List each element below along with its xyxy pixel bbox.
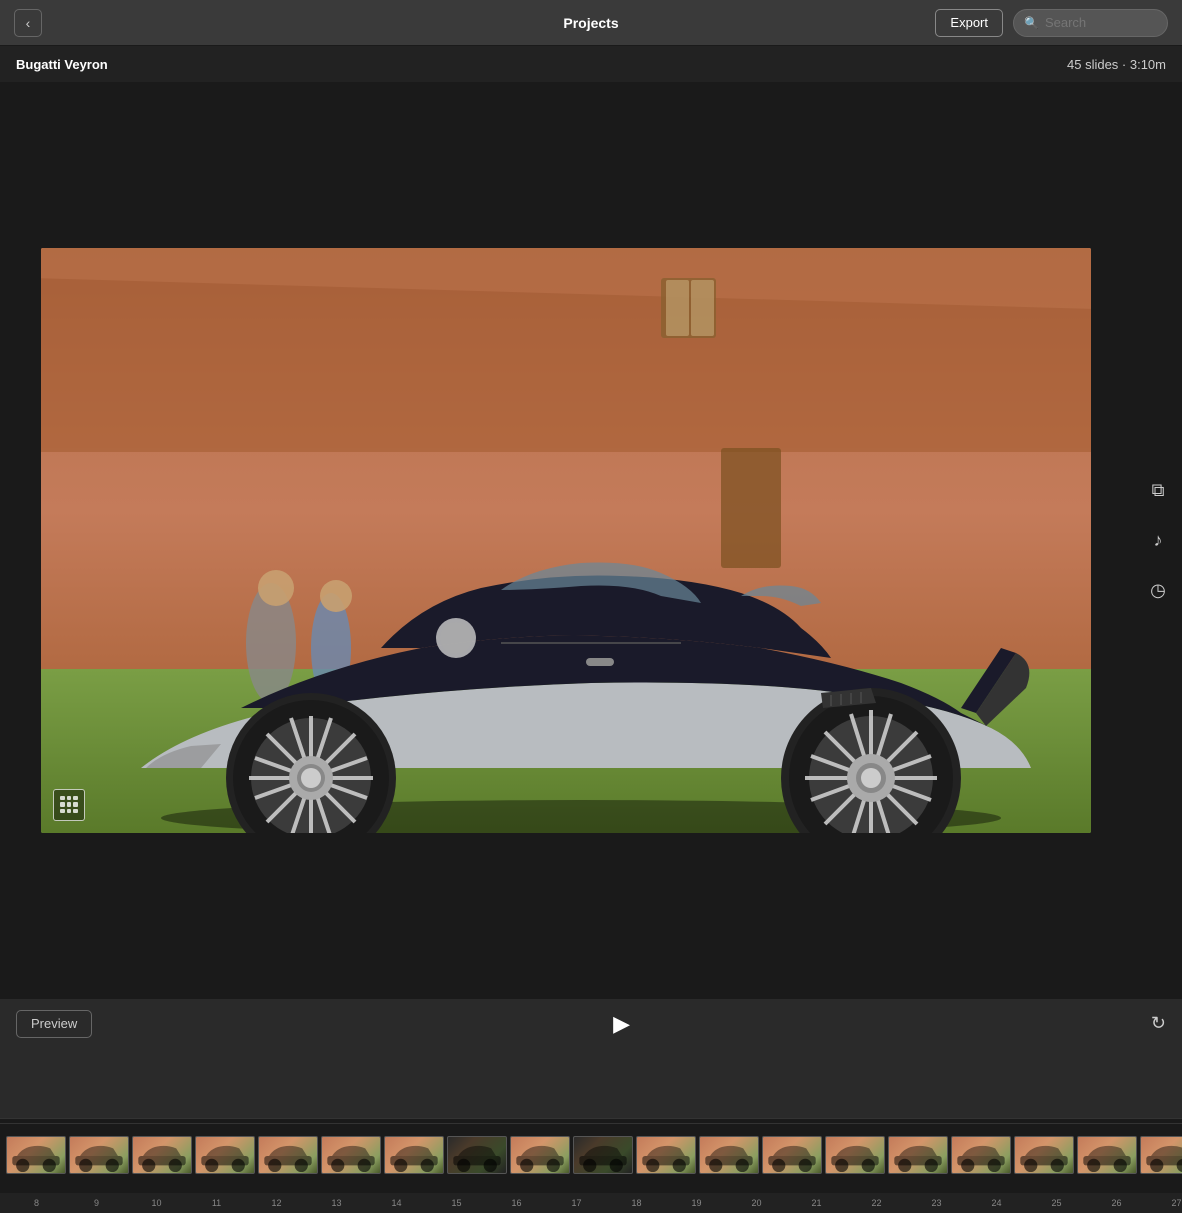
music-icon[interactable]: ♪ [1142,524,1174,556]
thumbnail-item[interactable] [510,1136,570,1181]
thumb-number: 15 [428,1198,485,1208]
thumbnail-item[interactable] [321,1136,381,1181]
thumb-number: 13 [308,1198,365,1208]
thumb-number: 19 [668,1198,725,1208]
car-scene [41,248,1091,833]
thumb-number: 11 [188,1198,245,1208]
thumb-number: 10 [128,1198,185,1208]
thumb-number: 22 [848,1198,905,1208]
thumb-number: 25 [1028,1198,1085,1208]
search-input[interactable] [1045,15,1157,30]
app-title: Projects [563,15,618,31]
thumbnail-item[interactable] [762,1136,822,1181]
thumb-number: 26 [1088,1198,1145,1208]
project-title: Bugatti Veyron [16,57,108,72]
info-bar: Bugatti Veyron 45 slides · 3:10m [0,46,1182,82]
thumb-number: 24 [968,1198,1025,1208]
thumb-number: 23 [908,1198,965,1208]
thumbnail-item[interactable] [384,1136,444,1181]
top-bar-left: ‹ [14,9,42,37]
main-image [41,248,1091,833]
play-button[interactable]: ▶ [613,1011,630,1037]
thumbnail-item[interactable] [6,1136,66,1181]
thumb-number: 16 [488,1198,545,1208]
search-icon: 🔍 [1024,16,1039,30]
thumb-number: 14 [368,1198,425,1208]
preview-area: ⧉ ♪ ◷ [0,82,1182,998]
thumbnail-item[interactable] [636,1136,696,1181]
thumbnail-item[interactable] [699,1136,759,1181]
thumbnail-item[interactable] [951,1136,1011,1181]
thumbnail-item[interactable] [1014,1136,1074,1181]
thumbnail-item[interactable] [195,1136,255,1181]
preview-button[interactable]: Preview [16,1010,92,1038]
thumbnails-bar: + [0,1123,1182,1193]
thumbnail-item[interactable] [1077,1136,1137,1181]
main-area: ⧉ ♪ ◷ [0,82,1182,998]
thumbnail-item[interactable] [888,1136,948,1181]
slide-count: 45 slides · 3:10m [1067,57,1166,72]
search-box[interactable]: 🔍 [1013,9,1168,37]
thumb-number: 20 [728,1198,785,1208]
thumbnail-item[interactable] [69,1136,129,1181]
thumbnail-item[interactable] [132,1136,192,1181]
thumbnail-item[interactable] [447,1136,507,1181]
playback-bar: Preview ▶ ↻ [0,998,1182,1048]
thumb-number: 27 [1148,1198,1182,1208]
timer-icon[interactable]: ◷ [1142,574,1174,606]
thumbnails-section: + 89101112131415161718192021222324252627… [0,1118,1182,1213]
thumb-number: 9 [68,1198,125,1208]
thumb-number: 8 [8,1198,65,1208]
spacer [0,1048,1182,1118]
layers-icon[interactable]: ⧉ [1142,474,1174,506]
thumb-number: 17 [548,1198,605,1208]
thumbnail-item[interactable] [1140,1136,1182,1181]
thumbnail-item[interactable] [825,1136,885,1181]
top-bar: ‹ Projects Export 🔍 [0,0,1182,46]
thumb-number: 21 [788,1198,845,1208]
back-button[interactable]: ‹ [14,9,42,37]
repeat-button[interactable]: ↻ [1151,1013,1166,1034]
thumbnail-item[interactable] [258,1136,318,1181]
car-svg [41,248,1091,833]
top-bar-right: Export 🔍 [935,9,1168,37]
thumb-numbers-row: 8910111213141516171819202122232425262728… [0,1193,1182,1213]
right-sidebar: ⧉ ♪ ◷ [1142,474,1174,606]
grid-toggle-icon[interactable] [53,789,85,821]
thumb-number: 18 [608,1198,665,1208]
thumbnail-item[interactable] [573,1136,633,1181]
export-button[interactable]: Export [935,9,1003,37]
thumb-number: 12 [248,1198,305,1208]
